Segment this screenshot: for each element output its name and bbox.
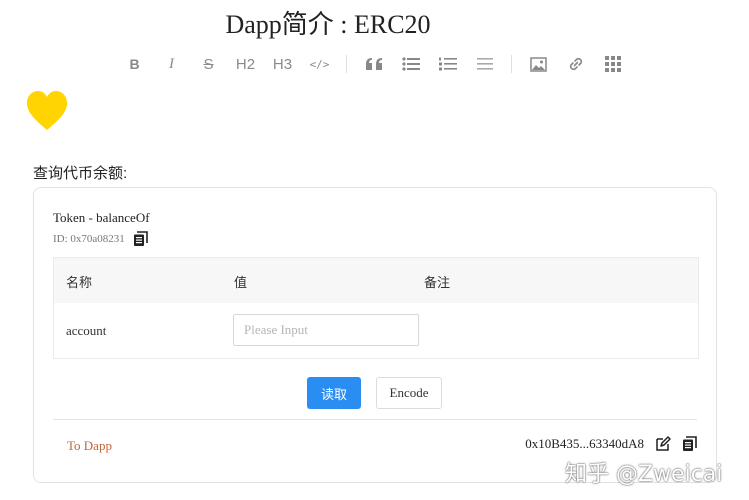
params-table: 名称 值 备注 account bbox=[53, 257, 699, 359]
link-icon bbox=[569, 57, 582, 71]
bullet-list-button[interactable] bbox=[392, 52, 429, 76]
code-button[interactable]: </> bbox=[301, 52, 338, 76]
image-button[interactable] bbox=[520, 52, 557, 76]
align-icon bbox=[476, 58, 493, 70]
ordered-list-button[interactable] bbox=[429, 52, 466, 76]
link-button[interactable] bbox=[557, 52, 594, 76]
section-label: 查询代币余额: bbox=[33, 165, 128, 182]
column-header-value: 值 bbox=[234, 275, 248, 290]
function-id: ID: 0x70a08231 bbox=[53, 233, 125, 245]
heading-3-icon: H3 bbox=[272, 55, 293, 73]
quote-button[interactable] bbox=[355, 52, 392, 76]
contract-address: 0x10B435...63340dA8 bbox=[525, 436, 644, 451]
ordered-list-icon bbox=[438, 57, 457, 71]
to-dapp-link[interactable]: To Dapp bbox=[67, 438, 112, 454]
toolbar-divider bbox=[346, 55, 347, 73]
bullet-list-icon bbox=[401, 57, 420, 71]
column-header-name: 名称 bbox=[66, 275, 93, 290]
page-title: Dapp简介 : ERC20 bbox=[225, 10, 431, 39]
contract-function-card: Token - balanceOf ID: 0x70a08231 名称 值 备注… bbox=[33, 187, 717, 483]
toolbar-divider bbox=[511, 55, 512, 73]
card-divider bbox=[53, 419, 697, 420]
table-row: account bbox=[54, 304, 698, 358]
function-name: Token - balanceOf bbox=[53, 210, 150, 225]
table-button[interactable] bbox=[594, 52, 631, 76]
table-header: 名称 值 备注 bbox=[54, 258, 698, 303]
heading-3-button[interactable]: H3 bbox=[264, 52, 301, 76]
italic-button[interactable]: I bbox=[153, 52, 190, 76]
encode-button[interactable]: Encode bbox=[376, 377, 442, 409]
code-icon: </> bbox=[309, 57, 330, 71]
editor-toolbar: B I S H2 H3 </> bbox=[116, 52, 631, 76]
account-input[interactable] bbox=[233, 314, 419, 346]
bold-icon: B bbox=[129, 56, 140, 72]
strikethrough-icon: S bbox=[203, 55, 214, 73]
address-row: 0x10B435...63340dA8 bbox=[525, 435, 698, 453]
align-button[interactable] bbox=[466, 52, 503, 76]
copy-address-icon[interactable] bbox=[682, 436, 698, 452]
bold-button[interactable]: B bbox=[116, 52, 153, 76]
heading-2-icon: H2 bbox=[235, 55, 256, 73]
edit-icon[interactable] bbox=[654, 435, 672, 453]
heading-2-button[interactable]: H2 bbox=[227, 52, 264, 76]
image-icon bbox=[530, 56, 547, 72]
watermark: 知乎 @Zweicai bbox=[565, 462, 723, 487]
column-header-note: 备注 bbox=[424, 275, 451, 290]
heart-icon bbox=[27, 91, 67, 130]
italic-icon: I bbox=[169, 55, 174, 72]
copy-icon[interactable] bbox=[133, 231, 149, 247]
quote-icon bbox=[365, 58, 382, 70]
param-name: account bbox=[66, 323, 107, 338]
strikethrough-button[interactable]: S bbox=[190, 52, 227, 76]
grid-icon bbox=[604, 56, 621, 72]
read-button[interactable]: 读取 bbox=[307, 377, 361, 409]
function-id-row: ID: 0x70a08231 bbox=[53, 231, 149, 247]
